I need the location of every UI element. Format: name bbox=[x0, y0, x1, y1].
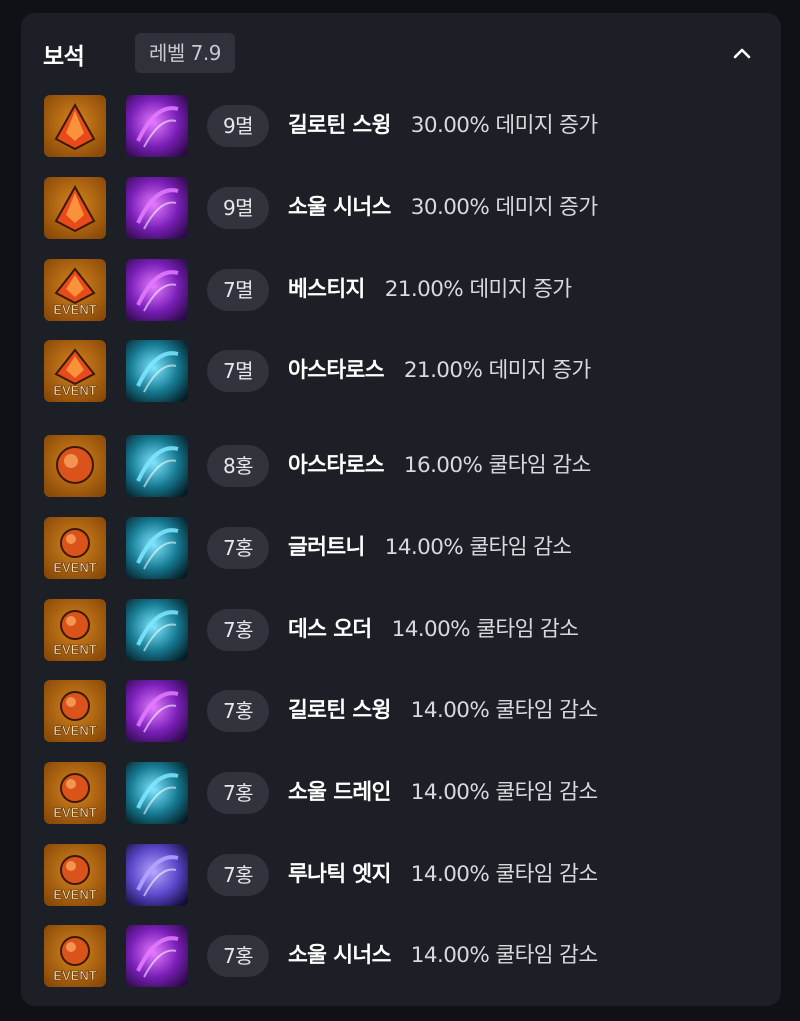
gem-level-pill: 7홍 bbox=[207, 772, 269, 814]
event-cooldown-gem-icon[interactable]: EVENT bbox=[44, 599, 106, 661]
gem-row: 9멸 소울 시너스 30.00% 데미지 증가 bbox=[44, 177, 754, 239]
gem-effect: 30.00% 데미지 증가 bbox=[410, 113, 598, 138]
gem-row: 8홍 아스타로스 16.00% 쿨타임 감소 bbox=[44, 435, 754, 497]
gem-row: EVENT 7홍 데스 오더 14.00% 쿨타임 감소 bbox=[44, 599, 754, 661]
gem-level-pill: 7홍 bbox=[207, 527, 269, 569]
event-cooldown-gem-icon[interactable]: EVENT bbox=[44, 762, 106, 824]
gem-panel: 보석 레벨 7.9 9멸 길로틴 스윙 30.00% 데미지 증가 9멸 소울 … bbox=[21, 13, 781, 1006]
event-cooldown-gem-icon[interactable]: EVENT bbox=[44, 925, 106, 987]
skill-name: 아스타로스 bbox=[288, 358, 385, 383]
gem-effect: 14.00% 쿨타임 감소 bbox=[410, 943, 598, 968]
event-cooldown-gem-icon[interactable]: EVENT bbox=[44, 680, 106, 742]
gem-row: EVENT 7홍 글러트니 14.00% 쿨타임 감소 bbox=[44, 517, 754, 579]
gem-row: EVENT 7멸 아스타로스 21.00% 데미지 증가 bbox=[44, 340, 754, 402]
soul-drain-skill-icon[interactable] bbox=[126, 762, 188, 824]
gem-level-pill: 7멸 bbox=[207, 350, 269, 392]
skill-name: 길로틴 스윙 bbox=[288, 113, 391, 138]
gem-level-pill: 8홍 bbox=[207, 445, 269, 487]
damage-gem-icon[interactable] bbox=[44, 95, 106, 157]
gem-level-pill: 7홍 bbox=[207, 935, 269, 977]
svg-text:EVENT: EVENT bbox=[53, 887, 96, 902]
gem-description: 길로틴 스윙 30.00% 데미지 증가 bbox=[288, 95, 598, 157]
gem-row: 9멸 길로틴 스윙 30.00% 데미지 증가 bbox=[44, 95, 754, 157]
skill-name: 루나틱 엣지 bbox=[288, 862, 391, 887]
skill-name: 아스타로스 bbox=[288, 453, 385, 478]
gem-description: 소울 시너스 30.00% 데미지 증가 bbox=[288, 177, 598, 239]
gem-row: EVENT 7홍 길로틴 스윙 14.00% 쿨타임 감소 bbox=[44, 680, 754, 742]
damage-gem-icon[interactable] bbox=[44, 177, 106, 239]
skill-name: 길로틴 스윙 bbox=[288, 698, 391, 723]
svg-text:EVENT: EVENT bbox=[53, 723, 96, 738]
gem-row: EVENT 7홍 소울 시너스 14.00% 쿨타임 감소 bbox=[44, 925, 754, 987]
skill-name: 소울 시너스 bbox=[288, 195, 391, 220]
gem-effect: 30.00% 데미지 증가 bbox=[410, 195, 598, 220]
gem-description: 아스타로스 21.00% 데미지 증가 bbox=[288, 340, 591, 402]
guillotine-swing-skill-icon[interactable] bbox=[126, 680, 188, 742]
death-order-skill-icon[interactable] bbox=[126, 599, 188, 661]
skill-name: 소울 드레인 bbox=[288, 780, 391, 805]
gem-description: 루나틱 엣지 14.00% 쿨타임 감소 bbox=[288, 844, 598, 906]
svg-text:EVENT: EVENT bbox=[53, 805, 96, 820]
gem-description: 소울 드레인 14.00% 쿨타임 감소 bbox=[288, 762, 598, 824]
astaros-skill-icon[interactable] bbox=[126, 340, 188, 402]
cooldown-gem-icon[interactable] bbox=[44, 435, 106, 497]
gem-row: EVENT 7홍 루나틱 엣지 14.00% 쿨타임 감소 bbox=[44, 844, 754, 906]
lunatic-edge-skill-icon[interactable] bbox=[126, 844, 188, 906]
chevron-up-icon bbox=[733, 48, 751, 59]
gem-effect: 14.00% 쿨타임 감소 bbox=[391, 617, 579, 642]
gem-level-pill: 7멸 bbox=[207, 269, 269, 311]
event-cooldown-gem-icon[interactable]: EVENT bbox=[44, 517, 106, 579]
guillotine-swing-skill-icon[interactable] bbox=[126, 95, 188, 157]
gem-row: EVENT 7멸 베스티지 21.00% 데미지 증가 bbox=[44, 259, 754, 321]
svg-text:EVENT: EVENT bbox=[53, 642, 96, 657]
gem-effect: 14.00% 쿨타임 감소 bbox=[410, 698, 598, 723]
svg-text:EVENT: EVENT bbox=[53, 383, 96, 398]
gluttony-skill-icon[interactable] bbox=[126, 517, 188, 579]
gem-panel-header: 보석 레벨 7.9 bbox=[43, 33, 759, 75]
event-damage-gem-icon[interactable]: EVENT bbox=[44, 340, 106, 402]
vestige-skill-icon[interactable] bbox=[126, 259, 188, 321]
soul-synergy-skill-icon[interactable] bbox=[126, 177, 188, 239]
skill-name: 데스 오더 bbox=[288, 617, 372, 642]
skill-name: 소울 시너스 bbox=[288, 943, 391, 968]
gem-description: 데스 오더 14.00% 쿨타임 감소 bbox=[288, 599, 579, 661]
gem-description: 소울 시너스 14.00% 쿨타임 감소 bbox=[288, 925, 598, 987]
gem-row: EVENT 7홍 소울 드레인 14.00% 쿨타임 감소 bbox=[44, 762, 754, 824]
gem-level-pill: 9멸 bbox=[207, 105, 269, 147]
panel-title: 보석 bbox=[43, 44, 85, 70]
event-cooldown-gem-icon[interactable]: EVENT bbox=[44, 844, 106, 906]
gem-effect: 14.00% 쿨타임 감소 bbox=[384, 535, 572, 560]
gem-effect: 14.00% 쿨타임 감소 bbox=[410, 780, 598, 805]
gem-description: 아스타로스 16.00% 쿨타임 감소 bbox=[288, 435, 591, 497]
gem-effect: 16.00% 쿨타임 감소 bbox=[403, 453, 591, 478]
svg-text:EVENT: EVENT bbox=[53, 968, 96, 983]
gem-effect: 21.00% 데미지 증가 bbox=[384, 277, 572, 302]
gem-level-pill: 9멸 bbox=[207, 187, 269, 229]
gem-level-pill: 7홍 bbox=[207, 854, 269, 896]
gem-description: 베스티지 21.00% 데미지 증가 bbox=[288, 259, 572, 321]
collapse-button[interactable] bbox=[725, 37, 759, 71]
gem-effect: 14.00% 쿨타임 감소 bbox=[410, 862, 598, 887]
svg-text:EVENT: EVENT bbox=[53, 302, 96, 317]
skill-name: 글러트니 bbox=[288, 535, 365, 560]
gem-description: 길로틴 스윙 14.00% 쿨타임 감소 bbox=[288, 680, 598, 742]
svg-text:EVENT: EVENT bbox=[53, 560, 96, 575]
gem-level-pill: 7홍 bbox=[207, 690, 269, 732]
event-damage-gem-icon[interactable]: EVENT bbox=[44, 259, 106, 321]
gem-level-badge: 레벨 7.9 bbox=[135, 33, 235, 73]
soul-synergy-skill-icon[interactable] bbox=[126, 925, 188, 987]
astaros-skill-icon[interactable] bbox=[126, 435, 188, 497]
gem-effect: 21.00% 데미지 증가 bbox=[403, 358, 591, 383]
gem-description: 글러트니 14.00% 쿨타임 감소 bbox=[288, 517, 572, 579]
skill-name: 베스티지 bbox=[288, 277, 365, 302]
gem-level-pill: 7홍 bbox=[207, 609, 269, 651]
